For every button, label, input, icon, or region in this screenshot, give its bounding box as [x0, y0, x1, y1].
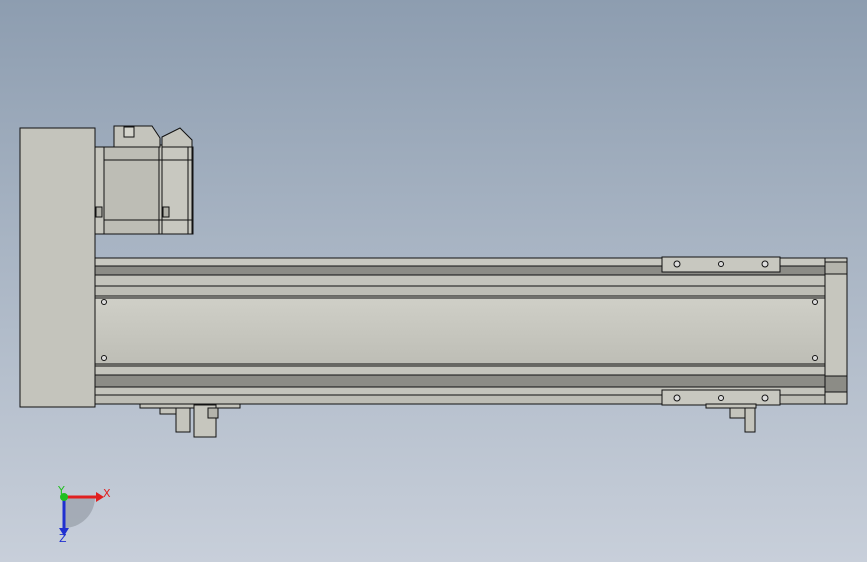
axis-triad: X Y Z — [57, 484, 111, 545]
linear-rail-body[interactable] — [94, 257, 848, 405]
z-axis-label: Z — [59, 532, 67, 545]
screw — [101, 299, 107, 305]
y-axis-label: Y — [57, 484, 65, 497]
screw — [812, 299, 818, 305]
x-axis-label: X — [103, 487, 111, 500]
carriage-top[interactable] — [661, 256, 781, 273]
servo-motor[interactable] — [94, 125, 194, 235]
screw — [812, 355, 818, 361]
screw — [101, 355, 107, 361]
triad-shade — [64, 497, 95, 528]
limit-sensors[interactable] — [139, 403, 757, 438]
carriage-bottom[interactable] — [661, 389, 781, 406]
cad-viewport[interactable]: X Y Z — [0, 0, 867, 562]
end-plate[interactable] — [19, 127, 96, 408]
